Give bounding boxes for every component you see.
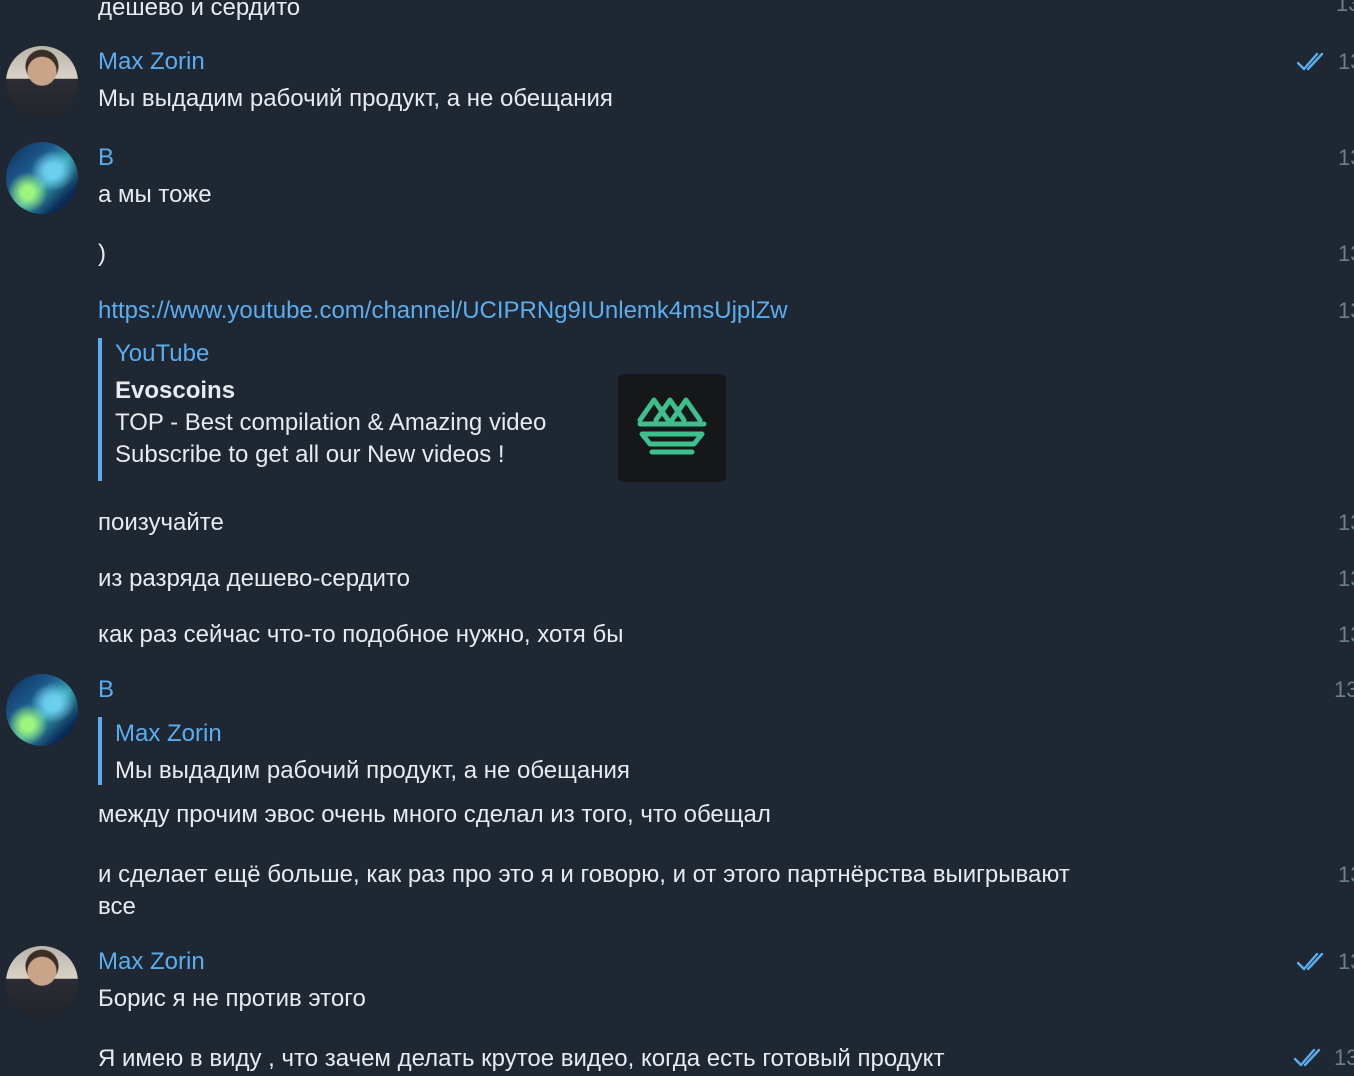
message-text: Мы выдадим рабочий продукт, а не обещани… [98, 85, 613, 112]
reply-sender[interactable]: Max Zorin [115, 718, 222, 750]
reply-quote-border [98, 717, 102, 785]
message-time: 13 [1336, 0, 1354, 16]
read-checkmarks-icon [1297, 952, 1324, 971]
avatar[interactable] [6, 142, 78, 214]
message-text: Я имею в виду , что зачем делать крутое … [98, 1045, 945, 1072]
message-time: 13 [1338, 298, 1354, 323]
chat-history[interactable]: дешево и сердито 13 Max Zorin Мы выдадим… [0, 0, 1354, 1076]
message-text: между прочим эвос очень много сделал из … [98, 801, 771, 828]
message-text: Борис я не против этого [98, 985, 366, 1012]
message-time: 13 [1334, 1045, 1354, 1070]
link-preview-border [98, 338, 102, 481]
sender-name[interactable]: Max Zorin [98, 946, 205, 978]
message-time: 13 [1338, 622, 1354, 647]
message-time: 13 [1338, 241, 1354, 266]
message-link[interactable]: https://www.youtube.com/channel/UCIPRNg9… [98, 295, 788, 327]
message-text: как раз сейчас что-то подобное нужно, хо… [98, 621, 624, 648]
message-text: ) [98, 240, 106, 267]
message-time: 13 [1338, 566, 1354, 591]
message-text: а мы тоже [98, 181, 212, 208]
message-time: 13 [1338, 145, 1354, 170]
sender-name[interactable]: Max Zorin [98, 46, 205, 78]
link-preview-title[interactable]: Evoscoins [115, 375, 235, 407]
message-text: поизучайте [98, 509, 224, 536]
message-text: дешево и сердито [98, 0, 301, 21]
message-time: 13 [1338, 949, 1354, 974]
message-time: 13 [1338, 49, 1354, 74]
avatar[interactable] [6, 946, 78, 1018]
link-preview-description: TOP - Best compilation & Amazing video [115, 409, 547, 436]
reply-text[interactable]: Мы выдадим рабочий продукт, а не обещани… [115, 755, 630, 787]
message-text: и сделает ещё больше, как раз про это я … [98, 861, 1070, 888]
link-preview-description: Subscribe to get all our New videos ! [115, 441, 505, 468]
message-text: все [98, 893, 136, 920]
avatar[interactable] [6, 46, 78, 118]
read-checkmarks-icon [1294, 1048, 1321, 1067]
read-checkmarks-icon [1297, 52, 1324, 71]
message-text: из разряда дешево-сердито [98, 565, 410, 592]
sender-name[interactable]: B [98, 142, 114, 174]
message-time: 13 [1338, 862, 1354, 887]
link-preview-site[interactable]: YouTube [115, 338, 209, 370]
message-time: 13 [1338, 510, 1354, 535]
message-time: 13 [1334, 677, 1354, 702]
link-preview-thumbnail[interactable] [618, 374, 726, 482]
evoscoins-logo-icon [637, 397, 707, 455]
avatar[interactable] [6, 674, 78, 746]
sender-name[interactable]: B [98, 674, 114, 706]
